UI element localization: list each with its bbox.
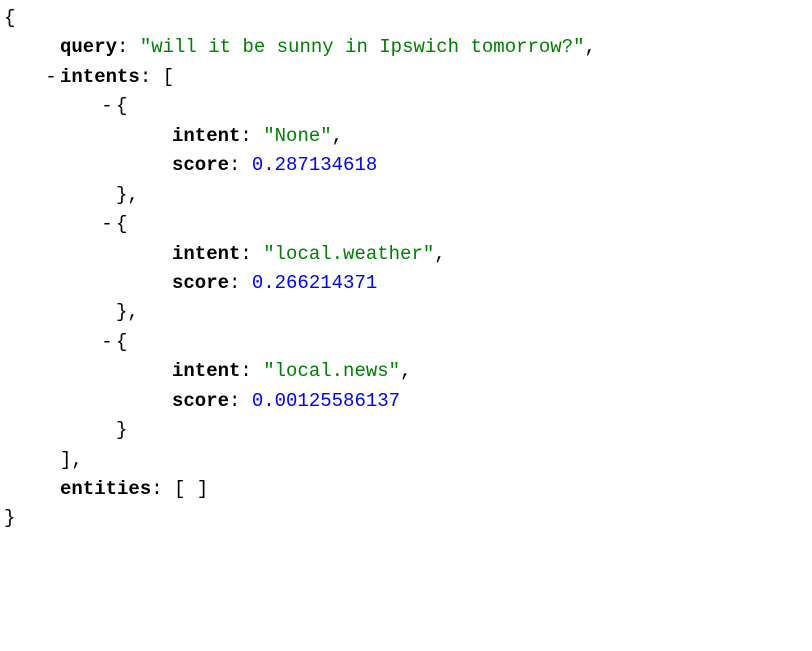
value-intent-2: "local.news" xyxy=(263,360,400,382)
colon: : xyxy=(140,66,163,88)
json-array-item-open: -{ xyxy=(4,210,808,239)
comma: , xyxy=(400,360,411,382)
json-array-item-open: -{ xyxy=(4,92,808,121)
json-line-intents-open: -intents: [ xyxy=(4,63,808,92)
json-line-root-open: { xyxy=(4,4,808,33)
colon: : xyxy=(117,36,140,58)
colon: : xyxy=(229,272,252,294)
toggle-item-1[interactable]: - xyxy=(98,210,116,239)
json-line-query: query: "will it be sunny in Ipswich tomo… xyxy=(4,33,808,62)
brace-close: } xyxy=(116,301,127,323)
brace-open: { xyxy=(4,7,15,29)
colon: : xyxy=(229,154,252,176)
value-entities: [ ] xyxy=(174,478,208,500)
colon: : xyxy=(240,360,263,382)
json-array-item-close: }, xyxy=(4,181,808,210)
bracket-close: ] xyxy=(60,449,71,471)
json-line-intent-2-score: score: 0.00125586137 xyxy=(4,387,808,416)
value-score-1: 0.266214371 xyxy=(252,272,377,294)
brace-close: } xyxy=(116,184,127,206)
colon: : xyxy=(229,390,252,412)
comma: , xyxy=(434,243,445,265)
json-line-intent-1-score: score: 0.266214371 xyxy=(4,269,808,298)
brace-open: { xyxy=(116,213,127,235)
key-score: score xyxy=(172,272,229,294)
comma: , xyxy=(127,301,138,323)
brace-close: } xyxy=(4,507,15,529)
json-array-item-open: -{ xyxy=(4,328,808,357)
key-entities: entities xyxy=(60,478,151,500)
brace-open: { xyxy=(116,331,127,353)
toggle-intents[interactable]: - xyxy=(42,63,60,92)
key-intent: intent xyxy=(172,243,240,265)
comma: , xyxy=(71,449,82,471)
brace-open: { xyxy=(116,95,127,117)
key-score: score xyxy=(172,154,229,176)
bracket-open: [ xyxy=(163,66,174,88)
key-intents: intents xyxy=(60,66,140,88)
key-intent: intent xyxy=(172,360,240,382)
json-viewer: { query: "will it be sunny in Ipswich to… xyxy=(4,4,808,534)
json-line-entities: entities: [ ] xyxy=(4,475,808,504)
json-array-item-close: } xyxy=(4,416,808,445)
colon: : xyxy=(240,243,263,265)
value-intent-1: "local.weather" xyxy=(263,243,434,265)
json-line-intent-2-intent: intent: "local.news", xyxy=(4,357,808,386)
json-array-item-close: }, xyxy=(4,298,808,327)
colon: : xyxy=(151,478,174,500)
key-intent: intent xyxy=(172,125,240,147)
value-query: "will it be sunny in Ipswich tomorrow?" xyxy=(140,36,585,58)
json-line-intent-0-score: score: 0.287134618 xyxy=(4,151,808,180)
value-intent-0: "None" xyxy=(263,125,331,147)
json-line-intent-0-intent: intent: "None", xyxy=(4,122,808,151)
comma: , xyxy=(127,184,138,206)
json-line-root-close: } xyxy=(4,504,808,533)
key-query: query xyxy=(60,36,117,58)
json-line-intents-close: ], xyxy=(4,446,808,475)
toggle-item-2[interactable]: - xyxy=(98,328,116,357)
comma: , xyxy=(332,125,343,147)
comma: , xyxy=(585,36,596,58)
value-score-0: 0.287134618 xyxy=(252,154,377,176)
key-score: score xyxy=(172,390,229,412)
value-score-2: 0.00125586137 xyxy=(252,390,400,412)
colon: : xyxy=(240,125,263,147)
toggle-item-0[interactable]: - xyxy=(98,92,116,121)
brace-close: } xyxy=(116,419,127,441)
json-line-intent-1-intent: intent: "local.weather", xyxy=(4,240,808,269)
